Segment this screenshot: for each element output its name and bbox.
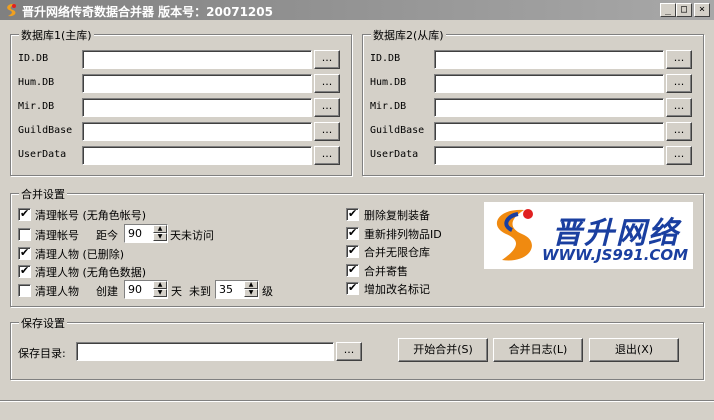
db2-userdata-browse-button[interactable]: ... — [666, 146, 692, 165]
created-days-value: 90 — [128, 283, 142, 296]
spin-down-icon[interactable]: ▼ — [244, 289, 258, 297]
spin-up-icon[interactable]: ▲ — [244, 281, 258, 289]
db2-hum-browse-button[interactable]: ... — [666, 74, 692, 93]
db2-label-guild: GuildBase — [370, 125, 425, 136]
save-dir-input[interactable] — [76, 342, 334, 361]
minimize-button[interactable]: _ — [660, 3, 676, 17]
start-merge-button[interactable]: 开始合并(S) — [398, 338, 488, 362]
delete-duplicate-items-checkbox[interactable] — [346, 207, 359, 221]
db1-hum-browse-button[interactable]: ... — [314, 74, 340, 93]
clean-account-no-role-checkbox[interactable] — [18, 207, 31, 221]
maximize-button[interactable]: □ — [676, 3, 692, 17]
db1-label-id: ID.DB — [18, 53, 49, 64]
close-button[interactable]: × — [694, 3, 710, 17]
clean-role-level-label: 清理人物 — [35, 285, 79, 298]
db1-id-input[interactable] — [82, 50, 312, 69]
db1-guild-input[interactable] — [82, 122, 312, 141]
brand-logo-url: WWW.JS991.COM — [542, 246, 689, 264]
reorder-item-id-label: 重新排列物品ID — [364, 228, 442, 241]
save-dir-label: 保存目录: — [18, 347, 66, 360]
db1-label-userdata: UserData — [18, 149, 67, 160]
delete-duplicate-items-label: 删除复制装备 — [364, 209, 430, 222]
add-rename-flag-checkbox[interactable] — [346, 281, 359, 295]
save-settings-legend: 保存设置 — [19, 315, 67, 331]
save-dir-browse-button[interactable]: ... — [336, 342, 362, 361]
brand-logo: 晋升网络 WWW.JS991.COM — [484, 202, 693, 269]
merge-consignment-checkbox[interactable] — [346, 263, 359, 277]
db2-mir-input[interactable] — [434, 98, 664, 117]
db1-guild-browse-button[interactable]: ... — [314, 122, 340, 141]
clean-role-level-checkbox[interactable] — [18, 284, 31, 297]
db2-id-browse-button[interactable]: ... — [666, 50, 692, 69]
db2-mir-browse-button[interactable]: ... — [666, 98, 692, 117]
spin-down-icon[interactable]: ▼ — [153, 289, 167, 297]
level-suffix: 级 — [262, 285, 273, 298]
db1-userdata-input[interactable] — [82, 146, 312, 165]
clean-account-inactive-checkbox[interactable] — [18, 228, 31, 241]
db1-legend: 数据库1(主库) — [19, 27, 94, 43]
db2-label-id: ID.DB — [370, 53, 401, 64]
maximize-icon: □ — [680, 4, 688, 15]
merge-unlimited-storage-checkbox[interactable] — [346, 244, 359, 258]
db1-mir-input[interactable] — [82, 98, 312, 117]
db1-label-mir: Mir.DB — [18, 101, 55, 112]
level-value: 35 — [219, 283, 233, 296]
clean-role-no-data-checkbox[interactable] — [18, 264, 31, 278]
merge-consignment-label: 合并寄售 — [364, 265, 408, 278]
title-bar[interactable]: 晋升网络传奇数据合并器 版本号：20071205 _ □ × — [0, 0, 714, 20]
db2-label-userdata: UserData — [370, 149, 419, 160]
created-days-prefix: 创建 — [96, 285, 118, 298]
inactive-days-value: 90 — [128, 227, 142, 240]
db2-hum-input[interactable] — [434, 74, 664, 93]
db1-label-guild: GuildBase — [18, 125, 73, 136]
spin-up-icon[interactable]: ▲ — [153, 281, 167, 289]
db2-legend: 数据库2(从库) — [371, 27, 446, 43]
level-prefix: 未到 — [189, 285, 211, 298]
created-days-spinner[interactable]: 90 ▲ ▼ — [124, 280, 168, 299]
db1-userdata-browse-button[interactable]: ... — [314, 146, 340, 165]
spin-up-icon[interactable]: ▲ — [153, 225, 167, 233]
db2-guild-input[interactable] — [434, 122, 664, 141]
inactive-days-spinner[interactable]: 90 ▲ ▼ — [124, 224, 168, 243]
add-rename-flag-label: 增加改名标记 — [364, 283, 430, 296]
created-days-suffix: 天 — [171, 285, 182, 298]
db2-userdata-input[interactable] — [434, 146, 664, 165]
db2-label-hum: Hum.DB — [370, 77, 407, 88]
db2-label-mir: Mir.DB — [370, 101, 407, 112]
exit-button[interactable]: 退出(X) — [589, 338, 679, 362]
merge-settings-legend: 合并设置 — [19, 186, 67, 202]
db1-mir-browse-button[interactable]: ... — [314, 98, 340, 117]
level-spinner[interactable]: 35 ▲ ▼ — [215, 280, 259, 299]
clean-account-no-role-label: 清理帐号 (无角色帐号) — [35, 209, 147, 222]
app-logo-icon — [7, 3, 16, 17]
merge-unlimited-storage-label: 合并无限仓库 — [364, 246, 430, 259]
status-bar — [0, 400, 714, 420]
db1-hum-input[interactable] — [82, 74, 312, 93]
spin-down-icon[interactable]: ▼ — [153, 233, 167, 241]
clean-role-deleted-label: 清理人物 (已删除) — [35, 248, 125, 261]
inactive-days-prefix: 距今 — [96, 229, 118, 242]
clean-role-deleted-checkbox[interactable] — [18, 246, 31, 260]
close-icon: × — [698, 4, 706, 15]
db2-guild-browse-button[interactable]: ... — [666, 122, 692, 141]
inactive-days-suffix: 天未访问 — [170, 229, 214, 242]
clean-role-no-data-label: 清理人物 (无角色数据) — [35, 266, 147, 279]
reorder-item-id-checkbox[interactable] — [346, 226, 359, 240]
db2-id-input[interactable] — [434, 50, 664, 69]
merge-log-button[interactable]: 合并日志(L) — [493, 338, 583, 362]
clean-account-inactive-label: 清理帐号 — [35, 229, 79, 242]
window-title: 晋升网络传奇数据合并器 版本号：20071205 — [22, 5, 273, 19]
db1-id-browse-button[interactable]: ... — [314, 50, 340, 69]
minimize-icon: _ — [664, 4, 672, 15]
db1-label-hum: Hum.DB — [18, 77, 55, 88]
